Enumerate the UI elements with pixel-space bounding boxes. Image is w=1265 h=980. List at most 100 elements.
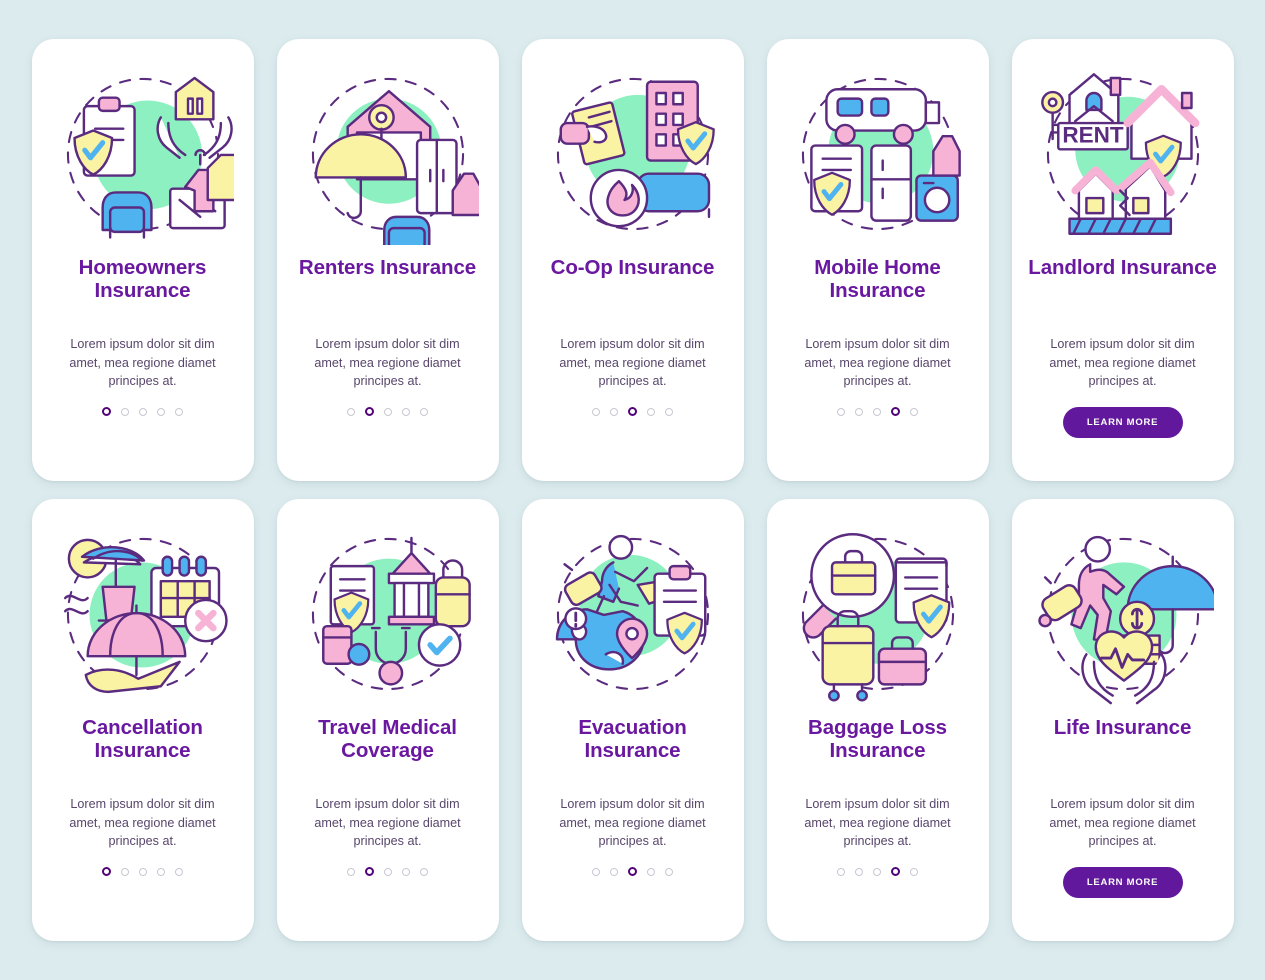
card-title: Evacuation Insurance — [578, 716, 687, 762]
body-slot: Lorem ipsum dolor sit dim amet, mea regi… — [1012, 787, 1234, 863]
pagination-dot[interactable] — [157, 407, 165, 416]
illustration-container — [1012, 499, 1234, 717]
body-slot: Lorem ipsum dolor sit dim amet, mea regi… — [767, 787, 989, 863]
pagination-dot[interactable] — [873, 867, 881, 876]
title-slot: Baggage Loss Insurance — [767, 716, 989, 787]
pagination-dot-active[interactable] — [891, 407, 900, 416]
card-title: Cancellation Insurance — [82, 716, 203, 762]
card-footer — [767, 863, 989, 941]
onboarding-card-cancellation-insurance: Cancellation Insurance Lorem ipsum dolor … — [31, 499, 254, 941]
pagination-dots — [102, 867, 183, 876]
card-description: Lorem ipsum dolor sit dim amet, mea regi… — [559, 337, 706, 388]
pagination-dot-active[interactable] — [102, 867, 111, 876]
title-slot: Co-Op Insurance — [522, 256, 744, 327]
card-description: Lorem ipsum dolor sit dim amet, mea regi… — [559, 797, 706, 848]
pagination-dots — [102, 407, 183, 416]
pagination-dot[interactable] — [665, 407, 673, 416]
homeowners-illustration — [66, 76, 234, 239]
onboarding-card-co-op-insurance: Co-Op Insurance Lorem ipsum dolor sit dim… — [521, 39, 744, 481]
pagination-dot-active[interactable] — [365, 407, 374, 416]
onboarding-card-life-insurance: Life Insurance Lorem ipsum dolor sit dim … — [1011, 499, 1234, 941]
pagination-dot[interactable] — [139, 407, 147, 416]
onboarding-card-renters-insurance: Renters Insurance Lorem ipsum dolor sit d… — [276, 39, 499, 481]
cancellation-illustration — [63, 537, 228, 694]
pagination-dots — [592, 867, 673, 876]
pagination-dot[interactable] — [592, 407, 600, 416]
card-description: Lorem ipsum dolor sit dim amet, mea regi… — [314, 337, 461, 388]
coop-illustration — [556, 77, 715, 231]
pagination-dot[interactable] — [121, 867, 129, 876]
illustration-container — [277, 39, 499, 257]
svg-text:RENT: RENT — [1062, 123, 1124, 148]
pagination-dot[interactable] — [402, 867, 410, 876]
pagination-dot[interactable] — [873, 407, 881, 416]
card-footer — [277, 863, 499, 941]
pagination-dot[interactable] — [420, 867, 428, 876]
pagination-dot[interactable] — [175, 407, 183, 416]
pagination-dot[interactable] — [384, 407, 392, 416]
card-title: Life Insurance — [1053, 716, 1192, 739]
title-slot: Renters Insurance — [277, 256, 499, 327]
pagination-dot[interactable] — [592, 867, 600, 876]
pagination-dot[interactable] — [121, 407, 129, 416]
pagination-dot[interactable] — [610, 407, 618, 416]
pagination-dot[interactable] — [855, 867, 863, 876]
onboarding-card-mobile-home-insurance: Mobile Home Insurance Lorem ipsum dolor s… — [766, 39, 989, 481]
onboarding-card-homeowners-insurance: Homeowners Insurance Lorem ipsum dolor si… — [31, 39, 254, 481]
card-description: Lorem ipsum dolor sit dim amet, mea regi… — [1049, 797, 1196, 848]
title-slot: Mobile Home Insurance — [767, 256, 989, 327]
pagination-dot[interactable] — [420, 407, 428, 416]
illustration-container — [522, 499, 744, 717]
pagination-dot-active[interactable] — [628, 867, 637, 876]
illustration-container — [32, 39, 254, 257]
pagination-dot[interactable] — [402, 407, 410, 416]
pagination-dot[interactable] — [665, 867, 673, 876]
card-description: Lorem ipsum dolor sit dim amet, mea regi… — [804, 797, 951, 848]
evacuation-illustration — [555, 534, 709, 691]
body-slot: Lorem ipsum dolor sit dim amet, mea regi… — [522, 787, 744, 863]
pagination-dots — [837, 867, 918, 876]
pagination-dot-active[interactable] — [891, 867, 900, 876]
pagination-dot[interactable] — [175, 867, 183, 876]
card-description: Lorem ipsum dolor sit dim amet, mea regi… — [314, 797, 461, 848]
card-title: Co-Op Insurance — [550, 256, 715, 279]
pagination-dot-active[interactable] — [102, 407, 111, 416]
pagination-dot[interactable] — [837, 407, 845, 416]
pagination-dot-active[interactable] — [365, 867, 374, 876]
body-slot: Lorem ipsum dolor sit dim amet, mea regi… — [32, 787, 254, 863]
card-footer — [277, 403, 499, 481]
body-slot: Lorem ipsum dolor sit dim amet, mea regi… — [277, 787, 499, 863]
pagination-dot[interactable] — [157, 867, 165, 876]
pagination-dot[interactable] — [647, 867, 655, 876]
onboarding-card-landlord-insurance: RENT Landlord Insurance Lorem ipsum dolor… — [1011, 39, 1234, 481]
pagination-dot[interactable] — [855, 407, 863, 416]
title-slot: Landlord Insurance — [1012, 256, 1234, 327]
card-title: Homeowners Insurance — [78, 256, 207, 302]
title-slot: Travel Medical Coverage — [277, 716, 499, 787]
pagination-dot[interactable] — [910, 407, 918, 416]
card-footer — [522, 403, 744, 481]
learn-more-button[interactable]: LEARN MORE — [1062, 407, 1183, 438]
title-slot: Evacuation Insurance — [522, 716, 744, 787]
learn-more-button[interactable]: LEARN MORE — [1062, 867, 1183, 898]
pagination-dot[interactable] — [384, 867, 392, 876]
illustration-container — [767, 39, 989, 257]
pagination-dot[interactable] — [837, 867, 845, 876]
pagination-dot[interactable] — [610, 867, 618, 876]
title-slot: Life Insurance — [1012, 716, 1234, 787]
pagination-dot[interactable] — [647, 407, 655, 416]
pagination-dot[interactable] — [347, 407, 355, 416]
pagination-dot[interactable] — [139, 867, 147, 876]
body-slot: Lorem ipsum dolor sit dim amet, mea regi… — [1012, 327, 1234, 403]
illustration-container — [522, 39, 744, 257]
card-title: Travel Medical Coverage — [318, 716, 457, 762]
card-title: Renters Insurance — [298, 256, 477, 279]
card-footer: LEARN MORE — [1012, 403, 1234, 481]
pagination-dot[interactable] — [347, 867, 355, 876]
card-description: Lorem ipsum dolor sit dim amet, mea regi… — [1049, 337, 1196, 388]
onboarding-card-evacuation-insurance: Evacuation Insurance Lorem ipsum dolor si… — [521, 499, 744, 941]
illustration-container — [767, 499, 989, 717]
card-title: Landlord Insurance — [1028, 256, 1217, 279]
pagination-dot-active[interactable] — [628, 407, 637, 416]
pagination-dot[interactable] — [910, 867, 918, 876]
